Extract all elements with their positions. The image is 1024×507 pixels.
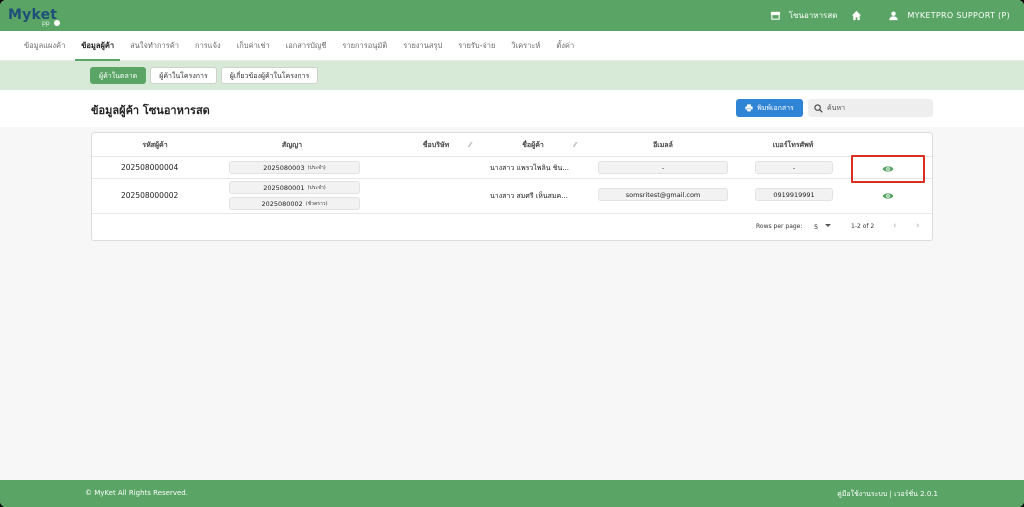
email-pill: - [598, 161, 728, 174]
subtab-bar: ผู้ค้าในตลาด ผู้ค้าในโครงการ ผู้เกี่ยวข้… [0, 61, 1024, 90]
col-header-email[interactable]: อีเมลล์ [633, 140, 693, 151]
user-icon[interactable] [888, 10, 899, 21]
contract-no: 2025080002 [261, 199, 303, 208]
rows-per-page-select[interactable]: 5 [814, 223, 818, 231]
print-button-label: พิมพ์เอกสาร [757, 103, 794, 112]
home-icon[interactable] [851, 10, 862, 21]
logo-dot-icon [54, 20, 60, 26]
print-button[interactable]: พิมพ์เอกสาร [736, 99, 803, 117]
contract-pill[interactable]: 2025080002 (ชั่วคราว) [229, 197, 360, 210]
logo-subtext: pp [42, 20, 50, 27]
email-pill: somsritest@gmail.com [598, 188, 728, 201]
contract-type: (ประจำ) [307, 184, 326, 191]
main-menu: ข้อมูลแผงค้า ข้อมูลผู้ค้า สนใจทำการค้า ก… [16, 31, 582, 61]
resize-handle-icon[interactable]: ⁄⁄ [574, 141, 576, 149]
printer-icon [745, 104, 753, 112]
contract-type: (ชั่วคราว) [305, 200, 328, 207]
search-icon [814, 103, 823, 113]
footer-bar: © MyKet All Rights Reserved. คู่มือใช้งา… [0, 480, 1024, 507]
contract-pill[interactable]: 2025080001 (ประจำ) [229, 181, 360, 194]
menu-item-reports[interactable]: รายงานสรุป [395, 31, 450, 61]
top-right-controls: โซนอาหารสด MYKETPRO SUPPORT (P) [770, 9, 1010, 22]
pagination-range: 1-2 of 2 [851, 223, 875, 230]
vendor-name: นางสาว แพรวไพลิน ชิน... [490, 164, 569, 172]
phone-pill: 0919919991 [755, 188, 833, 201]
vendor-id: 202508000002 [121, 191, 179, 200]
store-icon[interactable] [770, 10, 781, 21]
view-eye-icon[interactable] [882, 192, 894, 200]
menu-item-analysis[interactable]: วิเคราะห์ [503, 31, 548, 61]
page-title: ข้อมูลผู้ค้า โซนอาหารสด [91, 104, 210, 117]
search-box[interactable] [808, 99, 933, 117]
menu-item-interested[interactable]: สนใจทำการค้า [122, 31, 187, 61]
contract-no: 2025080001 [263, 183, 305, 192]
main-menu-bar: ข้อมูลแผงค้า ข้อมูลผู้ค้า สนใจทำการค้า ก… [0, 31, 1024, 61]
chevron-right-icon[interactable]: › [916, 221, 920, 231]
menu-item-income-expense[interactable]: รายรับ-จ่าย [450, 31, 503, 61]
copyright-text: © MyKet All Rights Reserved. [85, 489, 188, 497]
highlight-box [851, 155, 925, 183]
vendor-phone: - [792, 163, 796, 172]
menu-item-accounting[interactable]: เอกสารบัญชี [278, 31, 335, 61]
vendor-email: somsritest@gmail.com [625, 190, 701, 199]
contract-type: (ประจำ) [307, 164, 326, 171]
vendor-id: 202508000004 [121, 163, 179, 172]
menu-item-approvals[interactable]: รายการอนุมัติ [334, 31, 395, 61]
vendor-email: - [661, 163, 665, 172]
chevron-down-icon[interactable] [825, 224, 831, 227]
table-pagination: Rows per page: 5 1-2 of 2 ‹ › [92, 214, 932, 240]
menu-item-stalls[interactable]: ข้อมูลแผงค้า [16, 31, 73, 61]
rows-per-page-label: Rows per page: [756, 223, 803, 230]
table-row: 202508000004 2025080003 (ประจำ) นางสาว แ… [92, 157, 932, 179]
subtabs: ผู้ค้าในตลาด ผู้ค้าในโครงการ ผู้เกี่ยวข้… [90, 67, 319, 84]
manual-version-link[interactable]: คู่มือใช้งานระบบ | เวอร์ชั่น 2.0.1 [837, 489, 938, 500]
col-header-company[interactable]: ชื่อบริษัท [406, 140, 466, 151]
contract-no: 2025080003 [263, 163, 305, 172]
content-header: ข้อมูลผู้ค้า โซนอาหารสด พิมพ์เอกสาร [0, 90, 1024, 127]
subtab-market-vendors[interactable]: ผู้ค้าในตลาด [90, 67, 147, 84]
menu-item-rent[interactable]: เก็บค่าเช่า [229, 31, 278, 61]
store-name[interactable]: โซนอาหารสด [789, 9, 838, 22]
menu-item-settings[interactable]: ตั้งค่า [548, 31, 582, 61]
app-window: Myket pp โซนอาหารสด MYKETPRO SUPPORT (P)… [0, 0, 1024, 507]
phone-pill: - [755, 161, 833, 174]
logo[interactable]: Myket pp [8, 4, 60, 27]
resize-handle-icon[interactable]: ⁄⁄ [469, 141, 471, 149]
menu-item-notify[interactable]: การแจ้ง [187, 31, 229, 61]
col-header-id[interactable]: รหัสผู้ค้า [125, 140, 185, 151]
vendor-name: นางสาว สมศรี เห็นสมค... [490, 192, 568, 200]
search-input[interactable] [827, 104, 927, 112]
table-header: รหัสผู้ค้า สัญญา ชื่อบริษัท ⁄⁄ ชื่อผู้ค้… [92, 133, 932, 157]
table-row: 202508000002 2025080001 (ประจำ) 20250800… [92, 179, 932, 214]
top-bar: Myket pp โซนอาหารสด MYKETPRO SUPPORT (P) [0, 0, 1024, 31]
col-header-phone[interactable]: เบอร์โทรศัพท์ [758, 140, 828, 151]
chevron-left-icon[interactable]: ‹ [893, 221, 897, 231]
vendor-phone: 0919919991 [773, 190, 815, 199]
subtab-project-related[interactable]: ผู้เกี่ยวข้องผู้ค้าในโครงการ [220, 67, 319, 84]
contract-pill[interactable]: 2025080003 (ประจำ) [229, 161, 360, 174]
col-header-contract[interactable]: สัญญา [262, 140, 322, 151]
vendor-table: รหัสผู้ค้า สัญญา ชื่อบริษัท ⁄⁄ ชื่อผู้ค้… [91, 132, 933, 241]
subtab-project-vendors[interactable]: ผู้ค้าในโครงการ [150, 67, 217, 84]
col-header-name[interactable]: ชื่อผู้ค้า [503, 140, 563, 151]
menu-item-vendors[interactable]: ข้อมูลผู้ค้า [73, 31, 122, 61]
user-name[interactable]: MYKETPRO SUPPORT (P) [907, 11, 1010, 20]
